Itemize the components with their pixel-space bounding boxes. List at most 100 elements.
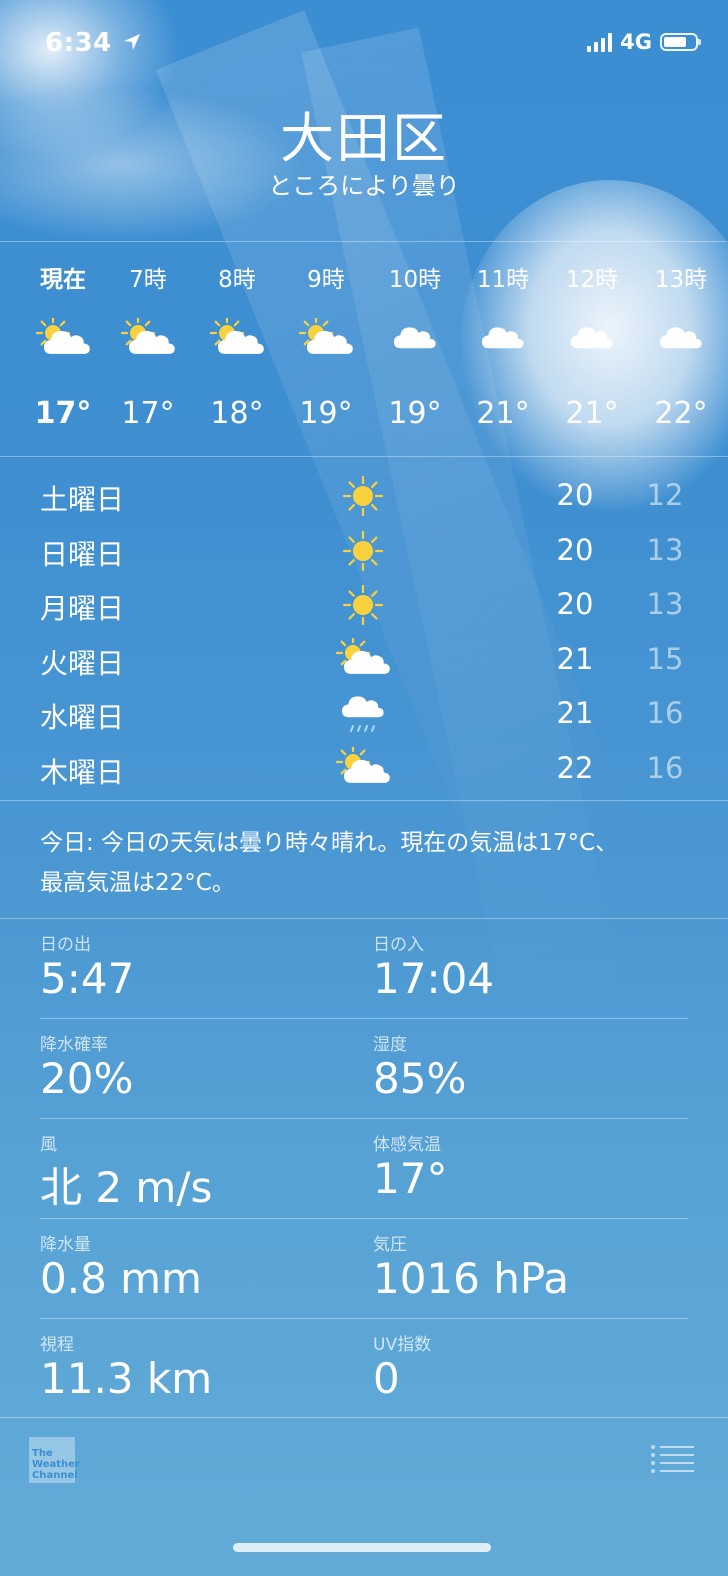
status-bar-indicators: 4G: [587, 30, 701, 54]
sun-icon: [336, 529, 390, 573]
summary-line: 最高気温は22°C。: [40, 870, 235, 896]
detail-value: 0: [373, 1354, 400, 1403]
hourly-temp: 17°: [34, 396, 92, 431]
daily-row: 土曜日 20 12: [0, 470, 728, 524]
hourly-time: 9時: [307, 267, 345, 293]
detail-value: 11.3 km: [40, 1354, 213, 1403]
hourly-temp: 19°: [299, 396, 353, 431]
detail-value: 17°: [373, 1154, 448, 1203]
location-arrow-icon: [124, 34, 141, 50]
day-name: 日曜日: [40, 537, 125, 571]
hourly-time: 現在: [40, 267, 86, 293]
city-name: 大田区: [280, 107, 448, 170]
hourly-temp: 22°: [654, 396, 708, 431]
hourly-time: 10時: [388, 267, 442, 293]
detail-value: 0.8 mm: [40, 1254, 202, 1303]
daily-row: 日曜日 20 13: [0, 525, 728, 579]
sun-icon: [336, 583, 390, 627]
detail-separator: [40, 1018, 688, 1019]
logo-text: Weather: [32, 1459, 80, 1470]
high-temp: 20: [556, 587, 594, 621]
detail-label: 視程: [40, 1335, 74, 1355]
low-temp: 13: [646, 532, 684, 567]
detail-label: UV指数: [373, 1335, 432, 1355]
detail-label: 日の入: [373, 935, 424, 955]
divider: [0, 241, 728, 242]
high-temp: 20: [556, 532, 594, 567]
day-name: 火曜日: [40, 646, 125, 680]
daily-row: 月曜日 20 13: [0, 579, 728, 633]
weather-channel-logo[interactable]: The Weather Channel: [29, 1437, 80, 1483]
signal-bars-icon: [587, 32, 613, 52]
detail-value: 20%: [40, 1054, 134, 1103]
partly-cloudy-icon: [103, 315, 193, 362]
hourly-time: 12時: [565, 267, 619, 293]
high-temp: 21: [556, 641, 594, 676]
day-name: 月曜日: [40, 592, 125, 625]
detail-value: 5:47: [40, 954, 135, 1003]
hourly-time: 7時: [129, 267, 167, 293]
low-temp: 13: [646, 587, 684, 621]
detail-separator: [40, 1118, 688, 1119]
detail-value: 1016 hPa: [373, 1254, 570, 1303]
summary-line: 今日: 今日の天気は曇り時々晴れ。現在の気温は17°C、: [40, 830, 619, 856]
sun-icon: [336, 474, 390, 518]
detail-value: 北 2 m/s: [40, 1163, 213, 1212]
rain-cloud-icon: [336, 692, 390, 736]
hourly-time: 8時: [218, 267, 256, 293]
hourly-time: 11時: [476, 267, 530, 293]
partly-cloudy-icon: [335, 744, 390, 791]
hourly-temp: 17°: [121, 396, 175, 431]
today-summary: 今日: 今日の天気は曇り時々晴れ。現在の気温は17°C、 最高気温は22°C。: [40, 823, 690, 903]
cloud-icon: [636, 318, 726, 362]
current-condition: ところにより曇り: [268, 172, 460, 200]
detail-separator: [40, 1218, 688, 1219]
divider: [0, 800, 728, 801]
detail-label: 降水量: [40, 1235, 91, 1255]
home-indicator[interactable]: [233, 1543, 491, 1552]
cloud-icon: [547, 318, 637, 362]
hourly-temp: 19°: [388, 396, 442, 431]
low-temp: 12: [646, 478, 684, 512]
partly-cloudy-icon: [18, 315, 108, 362]
day-name: 水曜日: [40, 701, 125, 734]
low-temp: 16: [646, 750, 684, 785]
high-temp: 21: [556, 696, 594, 730]
weather-screen: 6:34 4G 大田区 ところにより曇り 現在 17° 7時 17° 8時 18° 9時 19…: [0, 0, 728, 1576]
hourly-temp: 18°: [210, 396, 264, 431]
high-temp: 22: [556, 750, 594, 785]
city-list-icon[interactable]: [650, 1444, 694, 1474]
detail-label: 降水確率: [40, 1035, 108, 1055]
partly-cloudy-icon: [192, 315, 282, 362]
cloud-icon: [458, 318, 548, 362]
detail-label: 日の出: [40, 935, 91, 955]
battery-icon: [660, 33, 701, 51]
detail-label: 気圧: [373, 1235, 407, 1255]
high-temp: 20: [556, 478, 594, 512]
detail-separator: [40, 1318, 688, 1319]
logo-text: Channel: [32, 1470, 78, 1481]
detail-value: 85%: [373, 1054, 467, 1103]
hourly-temp: 21°: [476, 396, 530, 431]
daily-row: 水曜日 21 16: [0, 688, 728, 742]
day-name: 土曜日: [40, 483, 125, 516]
divider: [0, 456, 728, 457]
cloud-icon: [370, 318, 460, 362]
divider: [0, 918, 728, 919]
status-time-text: 6:34: [45, 28, 112, 58]
low-temp: 15: [646, 641, 684, 676]
status-bar-time: 6:34: [45, 28, 141, 58]
daily-row: 木曜日 22 16: [0, 743, 728, 797]
logo-text: The: [32, 1448, 53, 1459]
hourly-time: 13時: [654, 267, 708, 293]
detail-label: 湿度: [373, 1035, 407, 1055]
low-temp: 16: [646, 696, 684, 730]
detail-value: 17:04: [373, 954, 495, 1003]
network-type: 4G: [620, 30, 652, 54]
divider: [0, 1417, 728, 1418]
partly-cloudy-icon: [335, 635, 390, 682]
day-name: 木曜日: [40, 755, 125, 789]
daily-row: 火曜日 21 15: [0, 634, 728, 688]
detail-label: 体感気温: [373, 1135, 441, 1155]
hourly-temp: 21°: [565, 396, 619, 431]
